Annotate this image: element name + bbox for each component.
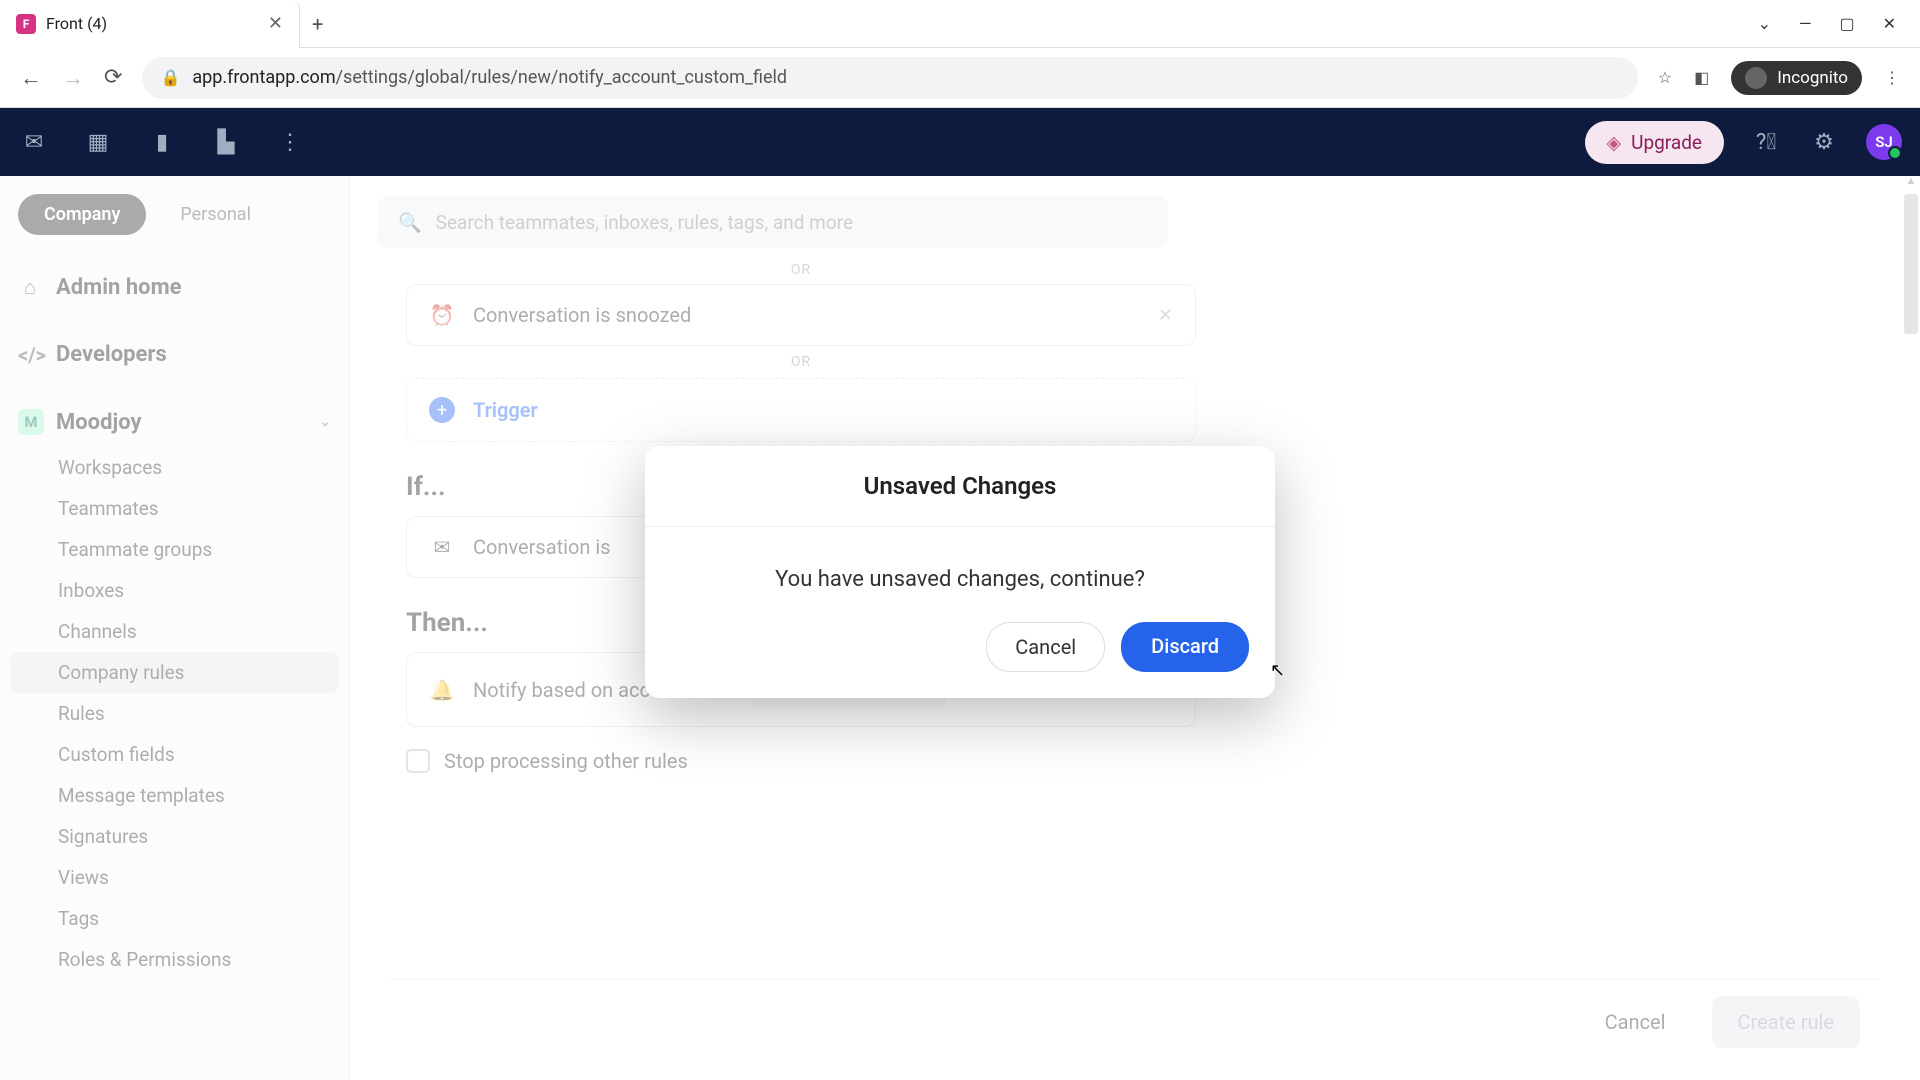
- browser-titlebar: F Front (4) ✕ + ⌄ ― ▢ ✕: [0, 0, 1920, 48]
- tabs-dropdown-icon[interactable]: ⌄: [1758, 14, 1771, 33]
- reload-icon[interactable]: ⟳: [104, 65, 122, 90]
- unsaved-changes-dialog: Unsaved Changes You have unsaved changes…: [645, 446, 1275, 698]
- back-icon[interactable]: ←: [20, 65, 42, 91]
- url-field[interactable]: 🔒 app.frontapp.com/settings/global/rules…: [142, 57, 1637, 99]
- analytics-icon[interactable]: ▙: [210, 130, 242, 155]
- app-header: ✉ ▦ ▮ ▙ ⋮ ◈ Upgrade ?⃝ ⚙ SJ: [0, 108, 1920, 176]
- dialog-cancel-button[interactable]: Cancel: [986, 622, 1105, 672]
- dialog-discard-button[interactable]: Discard: [1121, 622, 1249, 672]
- tab-title: Front (4): [46, 14, 258, 33]
- extensions-icon[interactable]: ◧: [1694, 68, 1709, 87]
- settings-icon[interactable]: ⚙: [1808, 130, 1840, 155]
- new-tab-button[interactable]: +: [312, 12, 323, 36]
- more-icon[interactable]: ⋮: [274, 130, 306, 155]
- dialog-title: Unsaved Changes: [645, 446, 1275, 527]
- cursor: ↖: [1270, 660, 1285, 681]
- close-window-icon[interactable]: ✕: [1883, 14, 1896, 33]
- incognito-icon: [1745, 67, 1767, 89]
- contacts-icon[interactable]: ▮: [146, 130, 178, 155]
- browser-address-bar: ← → ⟳ 🔒 app.frontapp.com/settings/global…: [0, 48, 1920, 108]
- minimize-icon[interactable]: ―: [1799, 14, 1812, 33]
- close-tab-icon[interactable]: ✕: [268, 13, 283, 34]
- upgrade-button[interactable]: ◈ Upgrade: [1585, 121, 1724, 164]
- lock-icon: 🔒: [160, 68, 180, 87]
- calendar-icon[interactable]: ▦: [82, 130, 114, 155]
- dialog-body: You have unsaved changes, continue?: [645, 527, 1275, 622]
- help-icon[interactable]: ?⃝: [1750, 130, 1782, 155]
- inbox-icon[interactable]: ✉: [18, 130, 50, 155]
- window-controls: ⌄ ― ▢ ✕: [1758, 14, 1920, 33]
- forward-icon[interactable]: →: [62, 65, 84, 91]
- incognito-badge: Incognito: [1731, 61, 1862, 95]
- gem-icon: ◈: [1607, 131, 1622, 154]
- url-text: app.frontapp.com/settings/global/rules/n…: [192, 67, 787, 88]
- bookmark-icon[interactable]: ☆: [1658, 68, 1672, 87]
- maximize-icon[interactable]: ▢: [1839, 14, 1854, 33]
- avatar[interactable]: SJ: [1866, 124, 1902, 160]
- kebab-menu-icon[interactable]: ⋮: [1884, 68, 1900, 87]
- favicon: F: [16, 14, 36, 34]
- browser-tab[interactable]: F Front (4) ✕: [0, 0, 300, 48]
